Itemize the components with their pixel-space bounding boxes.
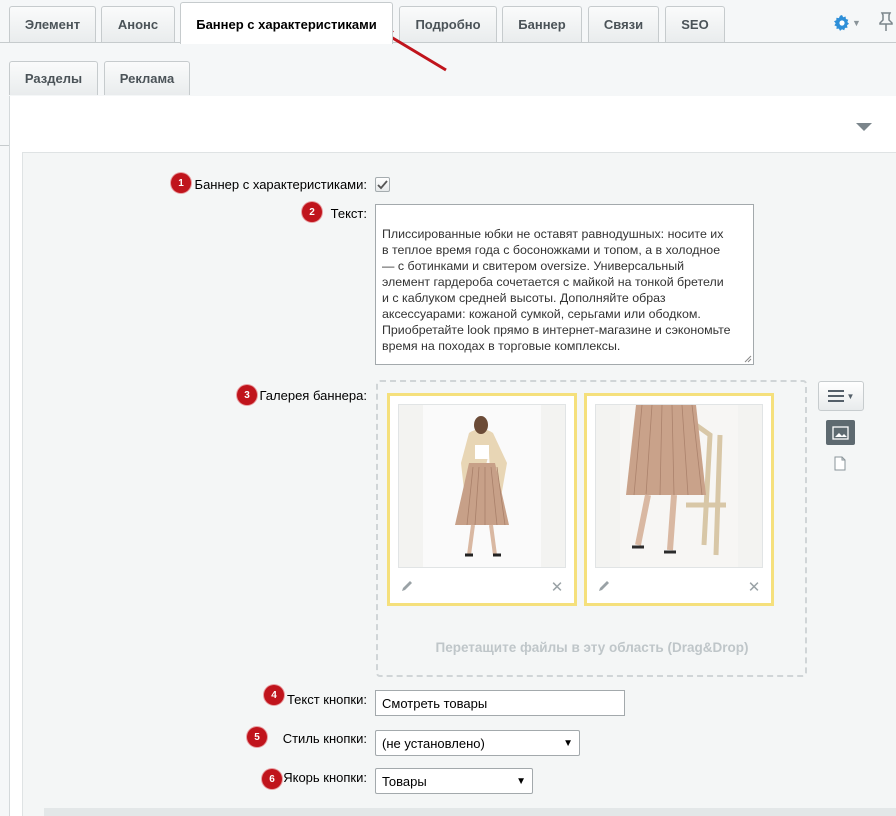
text-textarea[interactable]: Плиссированные юбки не оставят равнодушн… [375, 204, 754, 365]
chevron-down-icon: ▼ [852, 18, 861, 28]
gallery-label: Галерея баннера: [259, 388, 367, 403]
hamburger-icon [827, 390, 844, 402]
banner-checkbox[interactable] [375, 177, 390, 192]
gallery-image-1 [398, 404, 566, 568]
image-icon [832, 425, 849, 440]
button-text-input[interactable]: Смотреть товары [375, 690, 625, 716]
tab-sections[interactable]: Разделы [9, 61, 98, 95]
pencil-icon[interactable] [400, 579, 414, 593]
close-icon[interactable]: ✕ [550, 580, 564, 595]
button-style-label: Стиль кнопки: [282, 731, 367, 746]
dropzone-hint: Перетащите файлы в эту область (Drag&Dro… [435, 640, 749, 655]
gallery-item[interactable]: ✕ [387, 393, 577, 606]
tab-links[interactable]: Связи [588, 6, 659, 42]
checkmark-icon [377, 179, 388, 189]
chevron-down-icon: ▼ [846, 391, 855, 401]
tab-element[interactable]: Элемент [9, 6, 96, 42]
button-anchor-select[interactable]: Товары ▼ [375, 768, 533, 794]
resize-handle-icon[interactable] [744, 355, 752, 363]
annotation-badge-3: 3 [237, 385, 257, 405]
close-icon[interactable]: ✕ [747, 580, 761, 595]
button-style-select[interactable]: (не установлено) ▼ [375, 730, 580, 756]
gallery-image-2 [595, 404, 763, 568]
annotation-badge-5: 5 [247, 727, 267, 747]
pencil-icon[interactable] [597, 579, 611, 593]
button-style-value: (не установлено) [382, 735, 485, 751]
button-anchor-value: Товары [382, 773, 427, 789]
gallery-item[interactable]: ✕ [584, 393, 774, 606]
annotation-badge-2: 2 [302, 202, 322, 222]
settings-menu[interactable]: ▼ [834, 12, 870, 34]
tab-seo[interactable]: SEO [665, 6, 725, 42]
panel-footer [44, 808, 896, 816]
annotation-badge-4: 4 [264, 685, 284, 705]
tab-banner[interactable]: Баннер [502, 6, 582, 42]
tab-advertising[interactable]: Реклама [104, 61, 190, 95]
tab-announce[interactable]: Анонс [101, 6, 175, 42]
button-text-value: Смотреть товары [382, 695, 488, 711]
chevron-down-icon: ▼ [516, 775, 526, 787]
button-anchor-label: Якорь кнопки: [283, 770, 367, 785]
gear-icon [834, 15, 849, 31]
annotation-badge-6: 6 [262, 769, 282, 789]
file-icon[interactable] [834, 456, 846, 471]
text-value: Плиссированные юбки не оставят равнодушн… [382, 227, 731, 353]
gallery-menu-button[interactable]: ▼ [818, 381, 864, 411]
pin-icon[interactable] [878, 12, 894, 32]
image-view-button[interactable] [826, 420, 855, 445]
banner-checkbox-label: Баннер с характеристиками: [194, 177, 367, 192]
annotation-badge-1: 1 [171, 173, 191, 193]
text-label: Текст: [330, 206, 367, 221]
collapse-icon[interactable] [856, 123, 872, 131]
chevron-down-icon: ▼ [563, 737, 573, 749]
button-text-label: Текст кнопки: [286, 692, 367, 707]
tab-banner-features[interactable]: Баннер с характеристиками [180, 2, 393, 44]
